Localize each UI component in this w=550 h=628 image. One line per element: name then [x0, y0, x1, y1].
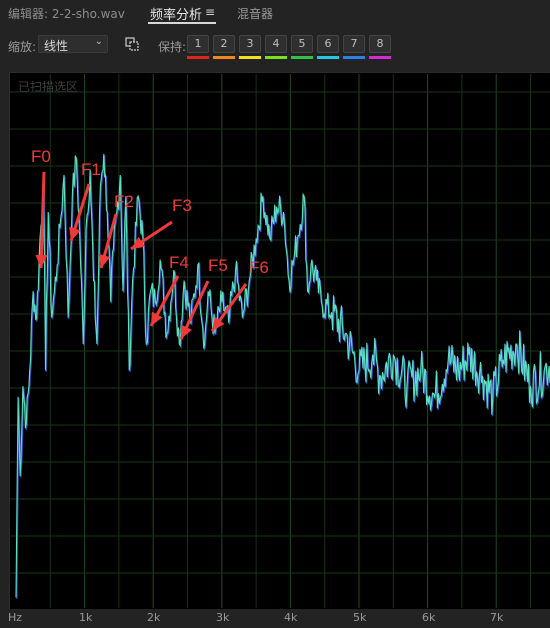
x-tick-label: 6k — [422, 611, 436, 624]
x-tick-label: 5k — [353, 611, 367, 624]
annotation-label-f4: F4 — [169, 253, 189, 272]
annotation-label-f6: F6 — [249, 258, 269, 277]
x-tick-label: 7k — [490, 611, 504, 624]
annotation-label-f3: F3 — [172, 196, 192, 215]
frequency-spectrum-chart: F0 F1 F2 F3 F4 F5 F6 — [10, 74, 550, 608]
x-tick-label: 3k — [216, 611, 230, 624]
annotation-label-f5: F5 — [208, 256, 228, 275]
spectrum-line — [15, 153, 550, 598]
annotation-label-f2: F2 — [114, 192, 134, 211]
x-tick-label: 1k — [79, 611, 93, 624]
chart-grid — [10, 74, 550, 608]
x-tick-label: Hz — [8, 611, 23, 624]
x-tick-label: 4k — [284, 611, 298, 624]
x-tick-label: 2k — [147, 611, 161, 624]
annotation-label-f0: F0 — [31, 147, 51, 166]
annotation-label-f1: F1 — [81, 160, 101, 179]
spectrum-line-shadow — [16, 155, 550, 599]
annotation-arrow-shaft — [39, 171, 46, 269]
